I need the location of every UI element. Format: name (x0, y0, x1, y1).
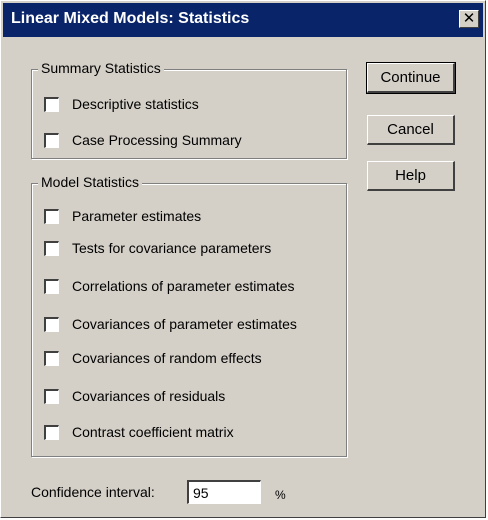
close-button[interactable]: ✕ (459, 10, 479, 28)
covariances-random-effects-label: Covariances of random effects (72, 350, 262, 366)
correlations-parameter-estimates-checkbox[interactable] (44, 278, 59, 294)
parameter-estimates-checkbox[interactable] (44, 208, 59, 224)
statistics-dialog: Linear Mixed Models: Statistics ✕ Summar… (0, 0, 486, 518)
model-statistics-group: Model Statistics Parameter estimates Tes… (31, 174, 347, 457)
parameter-estimates-option[interactable]: Parameter estimates (44, 206, 201, 226)
descriptive-statistics-label: Descriptive statistics (72, 96, 199, 112)
close-icon: ✕ (462, 10, 476, 27)
correlations-parameter-estimates-option[interactable]: Correlations of parameter estimates (44, 276, 295, 296)
tests-covariance-parameters-checkbox[interactable] (44, 240, 59, 256)
parameter-estimates-label: Parameter estimates (72, 208, 202, 224)
contrast-coefficient-matrix-checkbox[interactable] (44, 424, 59, 440)
help-button[interactable]: Help (367, 161, 455, 191)
case-processing-summary-option[interactable]: Case Processing Summary (44, 130, 242, 150)
percent-unit-label: % (275, 488, 286, 502)
title-bar[interactable]: Linear Mixed Models: Statistics ✕ (3, 3, 483, 37)
tests-covariance-parameters-option[interactable]: Tests for covariance parameters (44, 238, 271, 258)
covariances-parameter-estimates-option[interactable]: Covariances of parameter estimates (44, 314, 297, 334)
covariances-parameter-estimates-label: Covariances of parameter estimates (72, 316, 297, 332)
covariances-random-effects-checkbox[interactable] (44, 350, 59, 366)
covariances-residuals-option[interactable]: Covariances of residuals (44, 386, 225, 406)
case-processing-summary-checkbox[interactable] (44, 132, 59, 148)
covariances-random-effects-option[interactable]: Covariances of random effects (44, 348, 262, 368)
model-statistics-label: Model Statistics (38, 174, 143, 190)
confidence-interval-label: Confidence interval: (31, 484, 155, 500)
summary-statistics-label: Summary Statistics (38, 60, 164, 76)
covariances-residuals-checkbox[interactable] (44, 388, 59, 404)
case-processing-summary-label: Case Processing Summary (72, 132, 242, 148)
descriptive-statistics-checkbox[interactable] (44, 96, 59, 112)
cancel-button[interactable]: Cancel (367, 115, 455, 145)
tests-covariance-parameters-label: Tests for covariance parameters (72, 240, 272, 256)
covariances-parameter-estimates-checkbox[interactable] (44, 316, 59, 332)
contrast-coefficient-matrix-label: Contrast coefficient matrix (72, 424, 234, 440)
summary-statistics-group: Summary Statistics Descriptive statistic… (31, 60, 347, 159)
continue-button[interactable]: Continue (366, 62, 456, 94)
correlations-parameter-estimates-label: Correlations of parameter estimates (72, 278, 295, 294)
dialog-title: Linear Mixed Models: Statistics (11, 10, 250, 27)
confidence-interval-input[interactable] (187, 480, 261, 504)
covariances-residuals-label: Covariances of residuals (72, 388, 226, 404)
contrast-coefficient-matrix-option[interactable]: Contrast coefficient matrix (44, 422, 234, 442)
descriptive-statistics-option[interactable]: Descriptive statistics (44, 94, 199, 114)
